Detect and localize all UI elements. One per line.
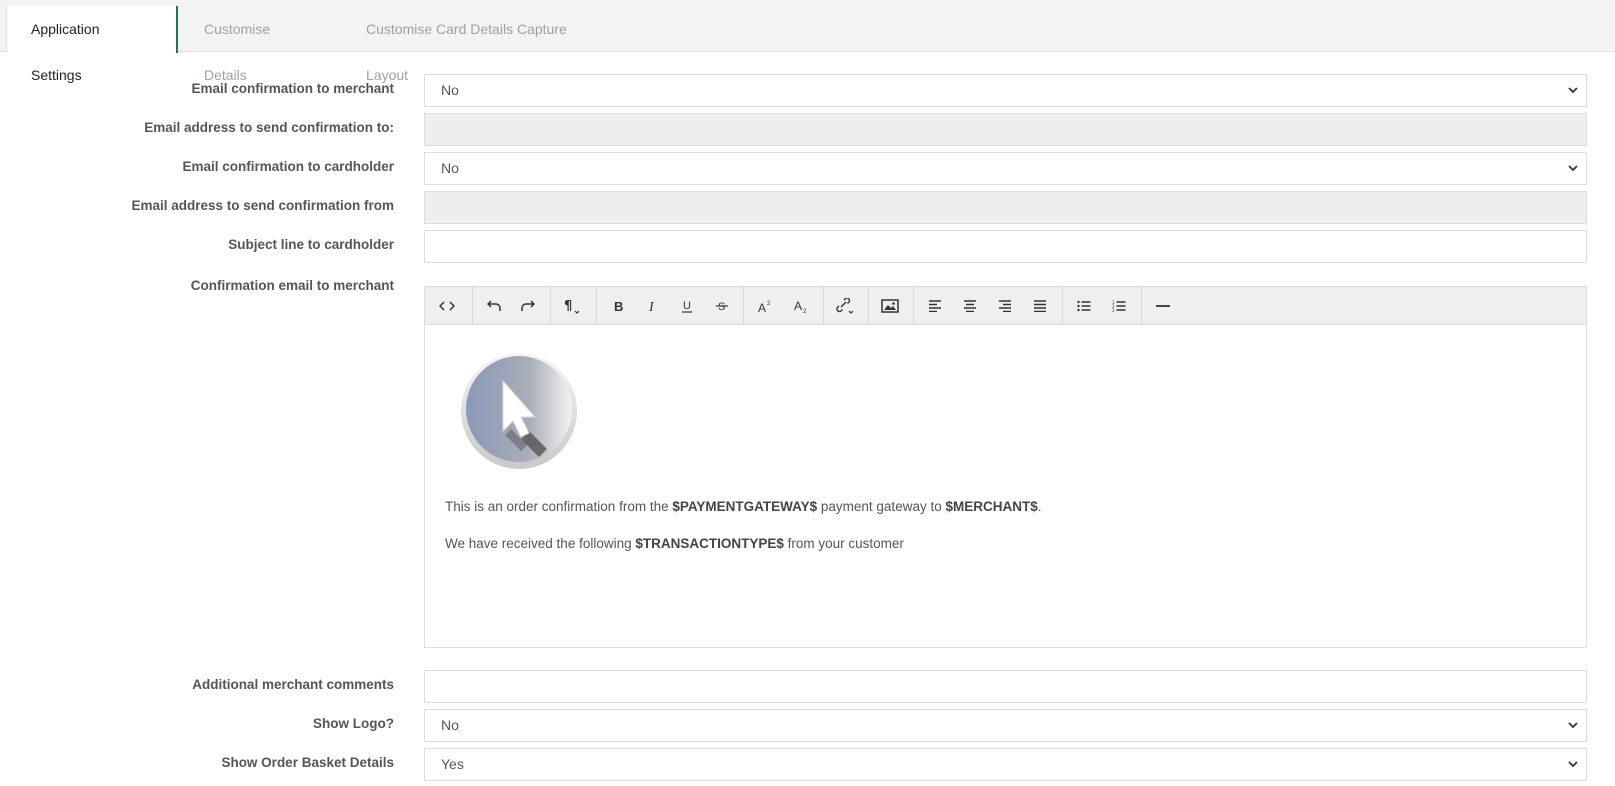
svg-text:A: A	[794, 299, 802, 313]
email-conf-cardholder-value: No	[441, 160, 459, 176]
svg-text:3: 3	[1112, 308, 1115, 312]
additional-comments-label: Additional merchant comments	[192, 677, 394, 692]
show-basket-label: Show Order Basket Details	[221, 755, 394, 770]
italic-icon[interactable]: I	[637, 291, 667, 321]
svg-text:B: B	[614, 299, 623, 313]
align-center-icon[interactable]	[955, 291, 985, 321]
svg-text:U: U	[683, 300, 691, 312]
show-basket-value: Yes	[441, 756, 464, 772]
align-justify-icon[interactable]	[1025, 291, 1055, 321]
paragraph-format-icon[interactable]: ¶	[557, 291, 587, 321]
bold-icon[interactable]: B	[603, 291, 633, 321]
editor-paragraph: This is an order confirmation from the $…	[445, 499, 1042, 514]
email-conf-merchant-label: Email confirmation to merchant	[191, 81, 394, 96]
subject-line-input[interactable]	[424, 230, 1587, 263]
email-conf-merchant-select[interactable]: No	[424, 74, 1587, 107]
code-view-icon[interactable]	[432, 291, 462, 321]
email-send-from-label: Email address to send confirmation from	[131, 198, 394, 213]
show-logo-label: Show Logo?	[313, 716, 394, 731]
undo-icon[interactable]	[479, 291, 509, 321]
tab-bar: Application Settings Customise Details C…	[0, 0, 1615, 83]
horizontal-line-icon[interactable]	[1148, 291, 1178, 321]
variable-transaction-type: $TRANSACTIONTYPE$	[635, 536, 784, 551]
tab-customise-card-details-capture-layout[interactable]: Customise Card Details Capture Layout	[342, 6, 632, 83]
chevron-down-icon	[1566, 749, 1580, 780]
email-send-to-input[interactable]	[424, 113, 1587, 146]
show-logo-select[interactable]: No	[424, 709, 1587, 742]
variable-merchant: $MERCHANT$	[945, 499, 1038, 514]
email-conf-cardholder-select[interactable]: No	[424, 152, 1587, 185]
subscript-icon[interactable]: A2	[786, 291, 816, 321]
svg-text:2: 2	[803, 309, 807, 313]
additional-comments-input[interactable]	[424, 670, 1587, 703]
svg-text:A: A	[758, 301, 766, 313]
email-send-to-label: Email address to send confirmation to:	[144, 120, 394, 135]
cursor-logo-image	[459, 351, 579, 471]
bullet-list-icon[interactable]	[1069, 291, 1099, 321]
svg-text:I: I	[648, 300, 655, 313]
subject-line-label: Subject line to cardholder	[228, 237, 394, 252]
redo-icon[interactable]	[513, 291, 543, 321]
strikethrough-icon[interactable]: S	[707, 291, 737, 321]
show-logo-value: No	[441, 717, 459, 733]
image-icon[interactable]	[875, 291, 905, 321]
editor-content[interactable]: This is an order confirmation from the $…	[445, 327, 1566, 647]
show-basket-select[interactable]: Yes	[424, 748, 1587, 781]
chevron-down-icon	[1566, 153, 1580, 184]
link-icon[interactable]	[830, 291, 860, 321]
tab-application-settings[interactable]: Application Settings	[6, 6, 178, 83]
email-send-from-input[interactable]	[424, 191, 1587, 224]
editor-toolbar: ¶ B I U S A2 A2 1 2 3	[425, 287, 1586, 325]
variable-payment-gateway: $PAYMENTGATEWAY$	[672, 499, 818, 514]
rich-text-editor: ¶ B I U S A2 A2 1 2 3 This is an order c…	[424, 286, 1587, 648]
underline-icon[interactable]: U	[672, 291, 702, 321]
align-right-icon[interactable]	[990, 291, 1020, 321]
email-conf-cardholder-label: Email confirmation to cardholder	[182, 159, 394, 174]
chevron-down-icon	[1566, 75, 1580, 106]
numbered-list-icon[interactable]: 123	[1104, 291, 1134, 321]
chevron-down-icon	[1566, 710, 1580, 741]
tab-customise-details[interactable]: Customise Details	[180, 6, 340, 83]
editor-paragraph: We have received the following $TRANSACT…	[445, 536, 904, 551]
confirmation-email-label: Confirmation email to merchant	[190, 278, 394, 293]
svg-text:S: S	[718, 301, 725, 313]
email-conf-merchant-value: No	[441, 82, 459, 98]
align-left-icon[interactable]	[920, 291, 950, 321]
superscript-icon[interactable]: A2	[750, 291, 780, 321]
svg-text:2: 2	[767, 301, 771, 307]
svg-text:¶: ¶	[564, 299, 572, 314]
